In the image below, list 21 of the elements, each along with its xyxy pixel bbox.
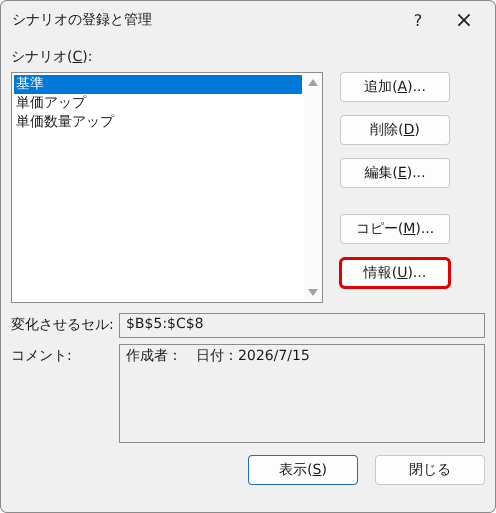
dialog-button[interactable]: 削除(D) (340, 115, 450, 145)
comment-label: コメント: (11, 347, 73, 366)
scroll-up-icon[interactable] (308, 79, 318, 86)
help-button[interactable]: ? (395, 1, 441, 39)
scenario-list[interactable]: 基準 単価アップ 単価数量アップ (11, 72, 323, 303)
close-button[interactable]: × (441, 1, 487, 39)
scenario-item[interactable]: 単価数量アップ (14, 113, 302, 132)
dialog-button[interactable]: 表示(S) (248, 455, 358, 485)
scenario-list-label: シナリオ(C): (11, 48, 94, 67)
dialog-button[interactable]: 編集(E)... (340, 158, 450, 188)
scroll-down-icon[interactable] (308, 289, 318, 296)
changing-cells-field[interactable]: $B$5:$C$8 (119, 313, 485, 338)
comment-field[interactable]: 作成者： 日付：2026/7/15 (119, 344, 485, 443)
changing-cells-label: 変化させるセル: (11, 316, 115, 335)
dialog-button[interactable]: コピー(M)... (340, 214, 450, 244)
scenario-item[interactable]: 基準 (14, 75, 302, 94)
dialog-button[interactable]: 追加(A)... (340, 72, 450, 102)
dialog-button[interactable]: 情報(U)... (339, 257, 451, 289)
dialog-button[interactable]: 閉じる (375, 455, 485, 485)
window-title: シナリオの登録と管理 (12, 11, 153, 29)
scenario-item[interactable]: 単価アップ (14, 94, 302, 113)
